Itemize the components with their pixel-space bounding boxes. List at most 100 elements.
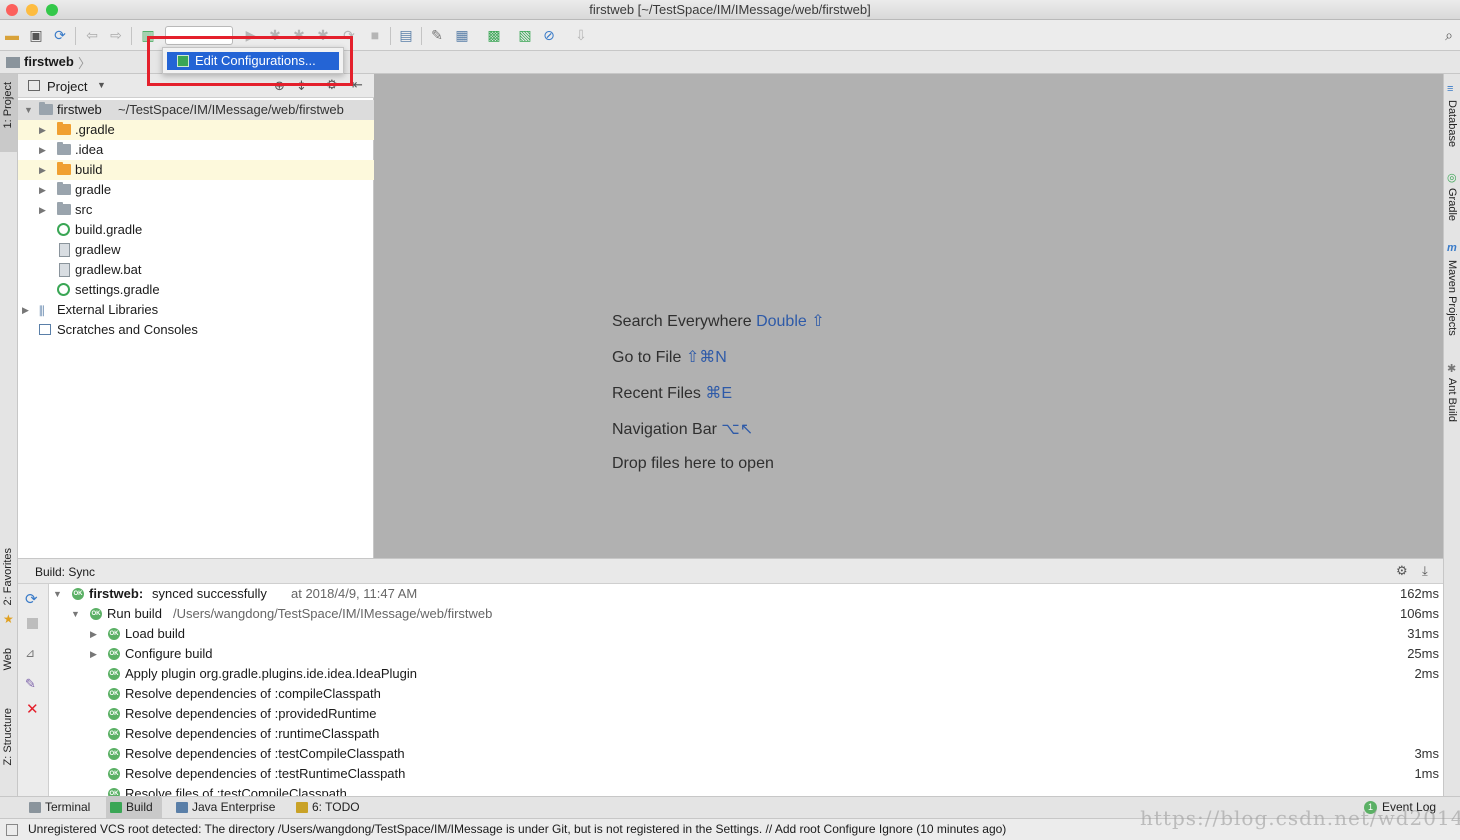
hide-panel-icon[interactable]: ⤓ [1422, 563, 1428, 579]
tab-terminal[interactable]: Terminal [25, 797, 97, 818]
resync-icon[interactable]: ⟳ [25, 590, 38, 608]
minimize-window-button[interactable] [26, 4, 38, 16]
pin-icon[interactable]: ✎ [25, 676, 36, 692]
tree-collapsed-icon[interactable]: ▶ [90, 644, 97, 664]
tree-item-external-libraries[interactable]: ▶ ⫼ External Libraries [18, 300, 374, 320]
no-entry-icon[interactable]: ⊘ [540, 26, 558, 44]
tree-item-gradlew-bat[interactable]: gradlew.bat [18, 260, 374, 280]
tree-expanded-icon[interactable]: ▼ [24, 100, 33, 120]
tree-item-label: gradlew [75, 242, 121, 257]
breadcrumb-project[interactable]: firstweb [24, 54, 74, 69]
gradle-tool-label[interactable]: Gradle [1446, 188, 1458, 221]
build-row[interactable]: OK Resolve dependencies of :testCompileC… [49, 744, 1443, 764]
back-icon[interactable]: ⇦ [83, 26, 101, 44]
tree-item-settings-gradle[interactable]: settings.gradle [18, 280, 374, 300]
maven-tool-label[interactable]: Maven Projects [1446, 260, 1458, 336]
build-timestamp: at 2018/4/9, 11:47 AM [291, 586, 418, 601]
favorites-tool-label[interactable]: 2: Favorites [2, 548, 14, 605]
success-icon: OK [108, 688, 120, 700]
ant-tool-label[interactable]: Ant Build [1446, 378, 1458, 422]
tree-item-label: .idea [75, 142, 104, 157]
close-icon[interactable]: ✕ [26, 700, 39, 718]
tree-item-gradlew[interactable]: gradlew [18, 240, 374, 260]
hint-go-to-file: Go to File ⇧⌘N [612, 349, 727, 366]
hide-panel-icon[interactable]: ⇤ [352, 77, 363, 93]
database-icon: ≡ [1447, 83, 1454, 95]
tree-item-build-gradle[interactable]: build.gradle [18, 220, 374, 240]
toggle-view-icon[interactable]: ⊿ [25, 646, 35, 660]
build-duration: 3ms [1414, 746, 1439, 761]
build-row[interactable]: OK Resolve dependencies of :runtimeClass… [49, 724, 1443, 744]
activity-monitor-icon[interactable]: ▧ [516, 26, 534, 44]
tree-item-scratches[interactable]: Scratches and Consoles [18, 320, 374, 340]
gradle-icon: ◎ [1447, 172, 1457, 184]
build-row[interactable]: OK Resolve dependencies of :providedRunt… [49, 704, 1443, 724]
tree-collapsed-icon[interactable]: ▶ [90, 624, 97, 644]
tab-build[interactable]: Build [106, 797, 162, 818]
success-icon: OK [108, 668, 120, 680]
highlight-annotation-box [147, 36, 353, 86]
build-row-text: Resolve dependencies of :testRuntimeClas… [125, 766, 406, 781]
tree-item-src[interactable]: ▶ src [18, 200, 374, 220]
zoom-window-button[interactable] [46, 4, 58, 16]
module-folder-icon [39, 102, 53, 115]
web-tool-label[interactable]: Web [2, 648, 14, 670]
chevron-down-icon[interactable]: ▼ [97, 80, 106, 90]
project-structure-icon[interactable]: ▤ [397, 26, 415, 44]
breadcrumb-separator-icon: 〉 [78, 56, 92, 71]
save-icon[interactable]: ▣ [27, 26, 45, 44]
close-window-button[interactable] [6, 4, 18, 16]
folder-icon [57, 202, 71, 215]
build-row[interactable]: OK Apply plugin org.gradle.plugins.ide.i… [49, 664, 1443, 684]
success-icon: OK [72, 588, 84, 600]
window-title: firstweb [~/TestSpace/IM/IMessage/web/fi… [589, 2, 871, 17]
build-row[interactable]: ▶ OK Load build 31ms [49, 624, 1443, 644]
open-icon[interactable]: ▬ [3, 26, 21, 44]
build-panel-title: Build: Sync [35, 565, 96, 579]
project-settings-icon[interactable]: ▦ [453, 26, 471, 44]
tab-todo[interactable]: 6: TODO [292, 797, 362, 818]
build-duration: 162ms [1399, 586, 1439, 601]
tree-item-idea[interactable]: ▶ .idea [18, 140, 374, 160]
tree-collapsed-icon[interactable]: ▶ [39, 180, 46, 200]
build-row[interactable]: ▼ OK Run build /Users/wangdong/TestSpace… [49, 604, 1443, 624]
stop-icon[interactable] [27, 618, 38, 629]
build-row-text: Run build [107, 606, 162, 621]
build-toolbar: ⟳ ⊿ ✎ ✕ [18, 584, 49, 797]
settings-wrench-icon[interactable]: ✎ [428, 26, 446, 44]
build-row[interactable]: ▶ OK Configure build 25ms [49, 644, 1443, 664]
tab-java-enterprise[interactable]: Java Enterprise [172, 797, 280, 818]
folder-icon [57, 122, 71, 135]
editor-area: Search Everywhere Double ⇧ Go to File ⇧⌘… [374, 74, 1443, 558]
tree-expanded-icon[interactable]: ▼ [53, 584, 62, 604]
tree-item-label: build.gradle [75, 222, 143, 237]
download-icon[interactable]: ⇩ [572, 26, 590, 44]
search-icon[interactable]: ⌕ [1440, 26, 1458, 44]
tree-collapsed-icon[interactable]: ▶ [39, 200, 46, 220]
tree-item-root[interactable]: ▼ firstweb ~/TestSpace/IM/IMessage/web/f… [18, 100, 374, 120]
tree-item-gradle-dir[interactable]: ▶ .gradle [18, 120, 374, 140]
tree-item-gradle[interactable]: ▶ gradle [18, 180, 374, 200]
build-duration: 25ms [1407, 646, 1439, 661]
tree-collapsed-icon[interactable]: ▶ [39, 120, 46, 140]
status-toggle-icon[interactable] [6, 824, 18, 836]
forward-icon[interactable]: ⇨ [107, 26, 125, 44]
sdk-icon[interactable]: ▩ [485, 26, 503, 44]
sync-icon[interactable]: ⟳ [51, 26, 69, 44]
tree-item-build[interactable]: ▶ build [18, 160, 374, 180]
project-view-selector[interactable]: Project [47, 79, 87, 94]
status-message[interactable]: Unregistered VCS root detected: The dire… [28, 822, 1006, 836]
stop-icon[interactable]: ■ [366, 26, 384, 44]
tree-collapsed-icon[interactable]: ▶ [39, 140, 46, 160]
gear-icon[interactable]: ⚙ [1396, 563, 1408, 579]
tree-collapsed-icon[interactable]: ▶ [22, 300, 29, 320]
tree-expanded-icon[interactable]: ▼ [71, 604, 80, 624]
project-tool-label[interactable]: 1: Project [2, 82, 14, 128]
tree-collapsed-icon[interactable]: ▶ [39, 160, 46, 180]
build-row-text: Resolve dependencies of :testCompileClas… [125, 746, 405, 761]
database-tool-label[interactable]: Database [1446, 100, 1458, 147]
build-row[interactable]: OK Resolve dependencies of :testRuntimeC… [49, 764, 1443, 784]
build-row[interactable]: ▼ OK firstweb: synced successfully at 20… [49, 584, 1443, 604]
structure-tool-label[interactable]: Z: Structure [2, 708, 14, 765]
build-row[interactable]: OK Resolve dependencies of :compileClass… [49, 684, 1443, 704]
